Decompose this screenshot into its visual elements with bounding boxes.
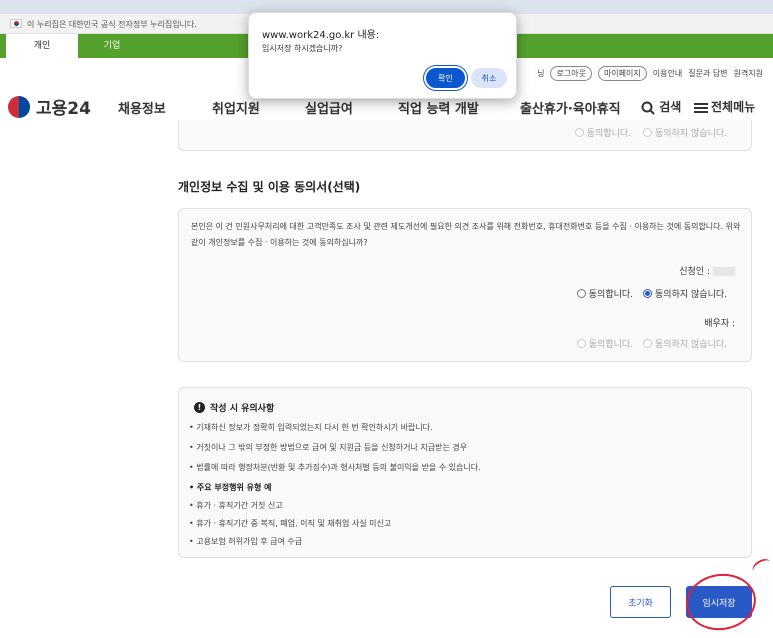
dialog-cancel-button[interactable]: 취소 [471, 68, 507, 88]
guide-link[interactable]: 이용안내 [653, 68, 682, 79]
spouse-radio-row: 동의합니다. 동의하지 않습니다. [576, 337, 727, 350]
search-label: 검색 [659, 100, 682, 114]
prev-agree-label: 동의합니다. [586, 129, 632, 139]
radio-selected-icon [643, 289, 653, 298]
nav-item-job-training[interactable]: 직업 능력 개발 [398, 98, 479, 117]
spouse-agree-option[interactable]: 동의합니다. [576, 337, 634, 350]
spouse-label: 배우자 : [704, 319, 735, 329]
prev-agree-option[interactable]: 동의합니다. [574, 126, 632, 139]
notice-subtitle: • 주요 부정행위 유형 예 [189, 483, 272, 492]
mypage-button[interactable]: 마이페이지 [597, 66, 647, 81]
consent-box: 본인은 이 건 민원사무처리에 대한 고객만족도 조사 및 관련 제도개선에 필… [178, 208, 752, 362]
previous-radio-row: 동의합니다. 동의하지 않습니다. [574, 126, 727, 139]
spouse-disagree-label: 동의하지 않습니다. [655, 340, 727, 350]
info-icon: ! [194, 402, 205, 413]
utility-links: 닝 로그아웃 마이페이지 이용안내 질문과 답변 원격지원 [537, 66, 763, 81]
notice-box: ! 작성 시 유의사항 • 기재하신 정보가 정확히 입력되었는지 다시 한 번… [178, 387, 752, 558]
tab-personal[interactable]: 개인 [6, 34, 78, 58]
nav-item-employment-support[interactable]: 취업지원 [212, 98, 260, 117]
logout-button[interactable]: 로그아웃 [550, 66, 592, 81]
search-button[interactable]: 검색 [641, 98, 681, 115]
radio-icon [574, 128, 584, 137]
spouse-disagree-option[interactable]: 동의하지 않습니다. [643, 337, 727, 350]
consent-body-text: 본인은 이 건 민원사무처리에 대한 고객만족도 조사 및 관련 제도개선에 필… [191, 222, 741, 247]
radio-icon [643, 128, 653, 137]
notice-line: • 기재하신 정보가 정확히 입력되었는지 다시 한 번 확인하시기 바랍니다. [189, 423, 433, 432]
taegukgi-flag-icon [10, 19, 22, 28]
previous-consent-box: 동의합니다. 동의하지 않습니다. [178, 120, 752, 151]
all-menu-label: 전체메뉴 [711, 100, 756, 114]
notice-line: • 거짓이나 그 밖의 부정한 방법으로 급여 및 지원금 등을 신청하거나 지… [189, 443, 468, 452]
applicant-label: 신청인 : [679, 264, 735, 277]
masked-name [713, 267, 735, 276]
tab-business[interactable]: 기업 [82, 34, 142, 58]
logo-mark-icon [8, 95, 30, 118]
applicant-disagree-option[interactable]: 동의하지 않습니다. [643, 287, 727, 300]
applicant-label-text: 신청인 : [679, 267, 710, 277]
notice-sub-line: • 휴가 · 휴직기간 중 복직, 폐업, 이직 및 재취업 사실 미신고 [189, 519, 392, 528]
reset-button[interactable]: 초기화 [610, 586, 671, 618]
applicant-agree-label: 동의합니다. [588, 290, 634, 300]
applicant-disagree-label: 동의하지 않습니다. [655, 290, 727, 300]
logo-text: 고용24 [36, 99, 91, 119]
spouse-agree-label: 동의합니다. [588, 340, 634, 350]
applicant-radio-row: 동의합니다. 동의하지 않습니다. [576, 287, 727, 300]
consent-section-title: 개인정보 수집 및 이용 동의서(선택) [178, 180, 361, 194]
gov-banner-text: 이 누리집은 대한민국 공식 전자정부 누리집입니다. [27, 20, 197, 29]
notice-line: • 법률에 따라 행정처분(반환 및 추가징수)과 형사처벌 등의 불이익을 받… [189, 463, 481, 472]
annotation-mark [749, 555, 773, 579]
all-menu-button[interactable]: 전체메뉴 [694, 98, 755, 115]
prev-disagree-label: 동의하지 않습니다. [655, 129, 727, 139]
site-logo[interactable]: 고용24 [8, 94, 91, 119]
applicant-agree-option[interactable]: 동의합니다. [576, 287, 634, 300]
notice-sub-line: • 휴가 · 휴직기간 거짓 신고 [189, 501, 283, 510]
notice-title-text: 작성 시 유의사항 [210, 404, 275, 414]
prev-disagree-option[interactable]: 동의하지 않습니다. [643, 126, 727, 139]
remote-support-link[interactable]: 원격지원 [734, 68, 763, 79]
hamburger-icon [694, 102, 708, 113]
radio-icon [576, 289, 586, 298]
radio-icon [576, 339, 586, 348]
radio-icon [643, 339, 653, 348]
faq-link[interactable]: 질문과 답변 [688, 68, 727, 79]
dialog-ok-button[interactable]: 확인 [426, 68, 465, 88]
confirm-dialog: www.work24.go.kr 내용: 임시저장 하시겠습니까? 확인 취소 [248, 12, 517, 99]
notice-sub-line: • 고용보험 허위가입 후 급여 수급 [189, 537, 303, 546]
nav-item-jobs[interactable]: 채용정보 [118, 98, 166, 117]
dialog-title: www.work24.go.kr 내용: [262, 30, 380, 41]
nav-item-parental-leave[interactable]: 출산휴가·육아휴직 [520, 98, 621, 117]
search-icon [641, 101, 655, 115]
notice-title: ! 작성 시 유의사항 [194, 401, 274, 414]
util-prefix-text: 닝 [537, 69, 545, 78]
dialog-message: 임시저장 하시겠습니까? [262, 44, 343, 53]
temp-save-button[interactable]: 임시저장 [686, 586, 752, 618]
nav-item-unemployment-benefit[interactable]: 실업급여 [305, 98, 353, 117]
